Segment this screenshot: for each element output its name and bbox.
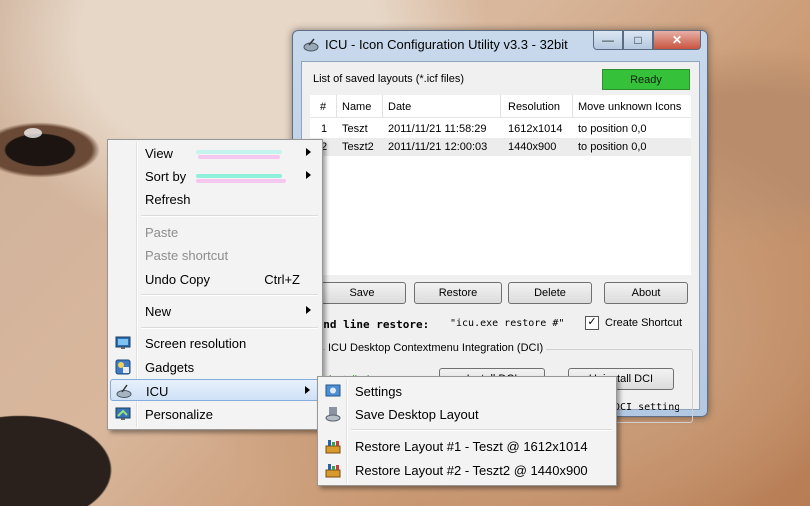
create-shortcut-label[interactable]: Create Shortcut [605, 317, 682, 329]
submenu-item-settings[interactable]: Settings [320, 380, 614, 402]
row-number: 1 [321, 123, 328, 135]
submenu-arrow-icon [306, 306, 311, 314]
minimize-icon: — [602, 33, 614, 47]
row-resolution: 1440x900 [508, 141, 557, 153]
table-row[interactable]: 2 Teszt2 2011/11/21 12:00:03 1440x900 to… [310, 138, 691, 156]
save-button[interactable]: Save [318, 282, 406, 304]
row-resolution: 1612x1014 [508, 123, 563, 135]
delete-button[interactable]: Delete [508, 282, 592, 304]
icu-submenu: Settings Save Desktop Layout Restore Lay… [317, 376, 617, 486]
status-badge: Ready [602, 69, 690, 90]
desktop-context-menu: View Sort by Refresh Paste Paste shortcu… [107, 139, 323, 430]
menu-item-label: Personalize [145, 407, 213, 422]
submenu-item-restore-layout-1[interactable]: Restore Layout #1 - Teszt @ 1612x1014 [320, 435, 614, 457]
menu-item-label: Restore Layout #1 - Teszt @ 1612x1014 [355, 439, 588, 454]
restore-button[interactable]: Restore [414, 282, 502, 304]
icu-app-icon [303, 38, 319, 52]
menu-item-undo-copy[interactable]: Undo Copy Ctrl+Z [110, 268, 320, 290]
menu-item-shortcut: Ctrl+Z [264, 272, 300, 287]
column-header-number[interactable]: # [320, 101, 326, 113]
menu-item-view[interactable]: View [110, 142, 320, 164]
menu-item-paste-shortcut[interactable]: Paste shortcut [110, 244, 320, 266]
minimize-button[interactable]: — [593, 31, 623, 50]
menu-item-screen-resolution[interactable]: Screen resolution [110, 332, 320, 354]
command-line-value: "icu.exe restore #" [450, 318, 565, 329]
menu-item-label: Undo Copy [145, 272, 211, 287]
menu-item-label: Save Desktop Layout [355, 407, 479, 422]
menu-item-label: Paste shortcut [145, 248, 229, 263]
menu-item-label: ICU [146, 384, 169, 399]
menu-item-label: Screen resolution [145, 336, 247, 351]
row-name: Teszt [342, 123, 368, 135]
restore-layout-icon [325, 440, 341, 454]
wallpaper-detail [24, 128, 42, 138]
restore-layout-icon [325, 464, 341, 478]
menu-item-paste[interactable]: Paste [110, 221, 320, 243]
dci-group-title: ICU Desktop Contextmenu Integration (DCI… [325, 342, 547, 354]
menu-item-sort-by[interactable]: Sort by [110, 165, 320, 187]
maximize-icon: □ [634, 33, 642, 47]
menu-item-personalize[interactable]: Personalize [110, 403, 320, 425]
row-move: to position 0,0 [578, 141, 647, 153]
menu-item-gadgets[interactable]: Gadgets [110, 356, 320, 378]
submenu-arrow-icon [306, 171, 311, 179]
menu-item-label: View [145, 146, 173, 161]
command-line-label: mand line restore: [310, 318, 430, 331]
menu-item-icu[interactable]: ICU [110, 379, 320, 401]
create-shortcut-checkbox[interactable]: ✓ [585, 316, 599, 330]
gadgets-icon [115, 359, 131, 375]
checkmark-icon: ✓ [587, 316, 597, 328]
table-row[interactable]: 1 Teszt 2011/11/21 11:58:29 1612x1014 to… [310, 120, 691, 138]
column-header-resolution[interactable]: Resolution [508, 101, 560, 113]
table-header: # Name Date Resolution Move unknown Icon… [310, 95, 691, 118]
submenu-item-restore-layout-2[interactable]: Restore Layout #2 - Teszt2 @ 1440x900 [320, 459, 614, 481]
menu-item-new[interactable]: New [110, 300, 320, 322]
menu-item-label: Restore Layout #2 - Teszt2 @ 1440x900 [355, 463, 588, 478]
menu-item-label: New [145, 304, 172, 319]
submenu-arrow-icon [306, 148, 311, 156]
layouts-table[interactable]: # Name Date Resolution Move unknown Icon… [310, 95, 691, 275]
close-icon: ✕ [671, 33, 683, 47]
about-button[interactable]: About [604, 282, 688, 304]
menu-item-label: Sort by [145, 169, 187, 184]
saved-layouts-label: List of saved layouts (*.icf files) [313, 73, 465, 85]
save-layout-icon [325, 407, 341, 422]
monitor-icon [115, 336, 131, 349]
column-header-name[interactable]: Name [342, 101, 371, 113]
row-move: to position 0,0 [578, 123, 647, 135]
icu-window: ICU - Icon Configuration Utility v3.3 - … [292, 30, 708, 423]
column-header-move-unknown-icons[interactable]: Move unknown Icons [578, 101, 681, 113]
personalize-icon [115, 407, 131, 420]
icu-icon [116, 384, 132, 398]
row-date: 2011/11/21 11:58:29 [388, 123, 487, 135]
column-header-date[interactable]: Date [388, 101, 411, 113]
close-button[interactable]: ✕ [653, 31, 701, 50]
menu-item-label: Settings [355, 384, 402, 399]
menu-item-label: Gadgets [145, 360, 195, 375]
window-title: ICU - Icon Configuration Utility v3.3 - … [325, 37, 568, 52]
window-content: List of saved layouts (*.icf files) Read… [301, 61, 700, 423]
row-date: 2011/11/21 12:00:03 [388, 141, 488, 153]
row-name: Teszt2 [342, 141, 374, 153]
title-bar[interactable]: ICU - Icon Configuration Utility v3.3 - … [293, 31, 707, 59]
submenu-item-save-desktop-layout[interactable]: Save Desktop Layout [320, 403, 614, 425]
settings-icon [325, 384, 341, 397]
maximize-button[interactable]: □ [623, 31, 653, 50]
menu-item-label: Refresh [145, 192, 191, 207]
menu-item-label: Paste [145, 225, 179, 240]
menu-item-refresh[interactable]: Refresh [110, 188, 320, 210]
submenu-arrow-icon [305, 386, 310, 394]
